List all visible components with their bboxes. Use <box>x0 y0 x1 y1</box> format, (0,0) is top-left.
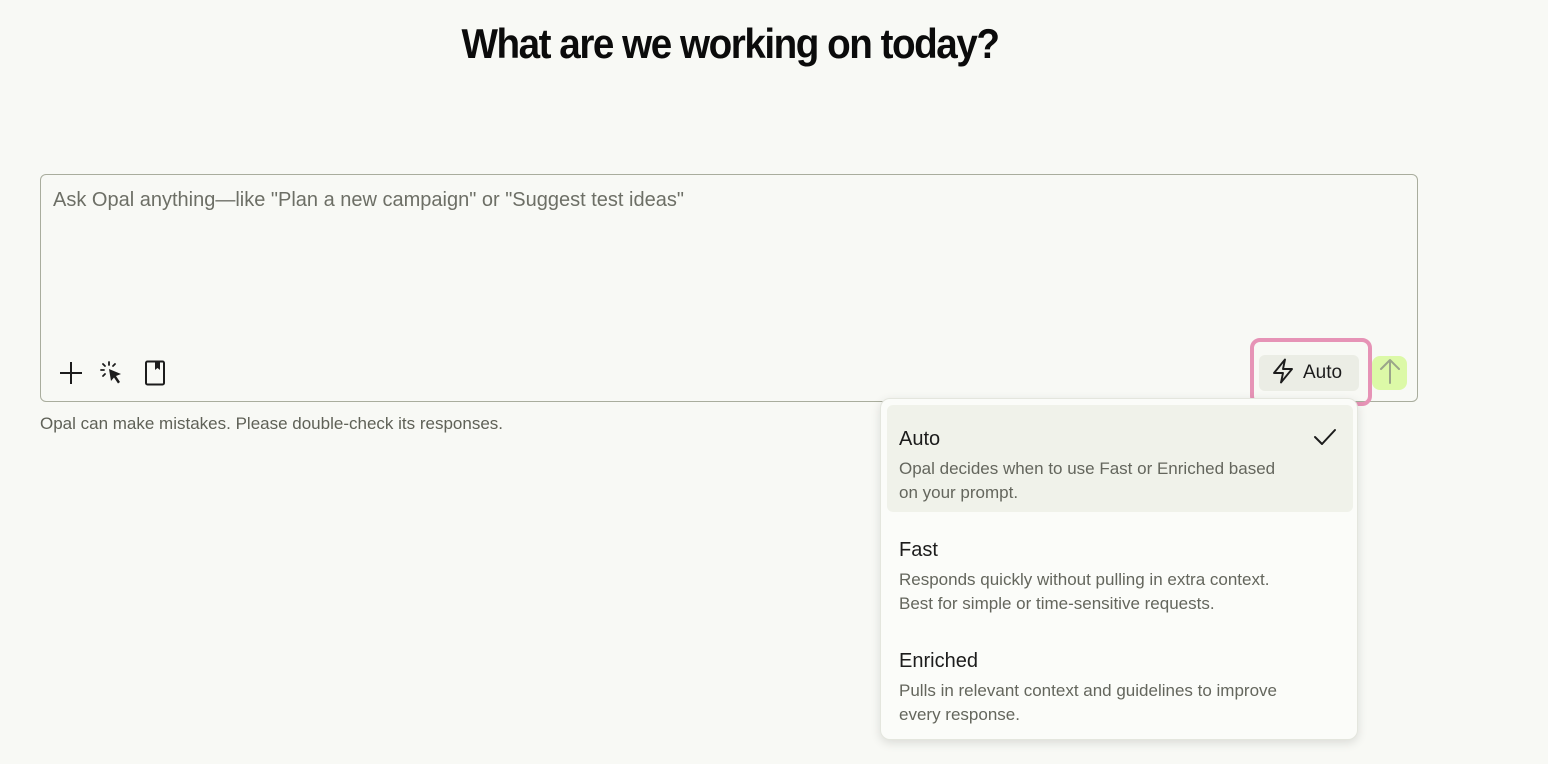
select-context-button[interactable] <box>96 357 128 389</box>
mode-option-fast[interactable]: Fast Responds quickly without pulling in… <box>887 516 1353 623</box>
plus-icon <box>59 361 83 385</box>
option-title: Enriched <box>899 650 978 672</box>
mode-button-label: Auto <box>1303 362 1343 383</box>
bookmark-icon <box>144 360 166 386</box>
option-description: Opal decides when to use Fast or Enriche… <box>899 459 1276 502</box>
checkmark-icon <box>1313 427 1337 452</box>
option-title: Fast <box>899 539 938 561</box>
option-description: Pulls in relevant context and guidelines… <box>899 681 1277 724</box>
sparkle-cursor-icon <box>99 360 125 386</box>
prompt-input[interactable] <box>53 189 1393 339</box>
mode-button[interactable]: Auto <box>1259 355 1359 391</box>
disclaimer-text: Opal can make mistakes. Please double-ch… <box>40 414 504 433</box>
option-title: Auto <box>899 428 941 450</box>
send-button[interactable] <box>1372 356 1407 390</box>
mode-option-auto[interactable]: Auto Opal decides when to use Fast or En… <box>887 405 1353 512</box>
arrow-up-icon <box>1379 357 1401 390</box>
library-button[interactable] <box>139 357 171 389</box>
mode-option-enriched[interactable]: Enriched Pulls in relevant context and g… <box>887 627 1353 734</box>
option-description: Responds quickly without pulling in extr… <box>899 570 1270 613</box>
lightning-icon <box>1271 358 1295 389</box>
composer <box>40 174 1418 402</box>
mode-menu: Auto Opal decides when to use Fast or En… <box>880 398 1358 740</box>
page: What are we working on today? Ask Opal a… <box>0 0 1548 764</box>
page-title: What are we working on today? <box>461 20 1000 67</box>
add-button[interactable] <box>55 357 87 389</box>
